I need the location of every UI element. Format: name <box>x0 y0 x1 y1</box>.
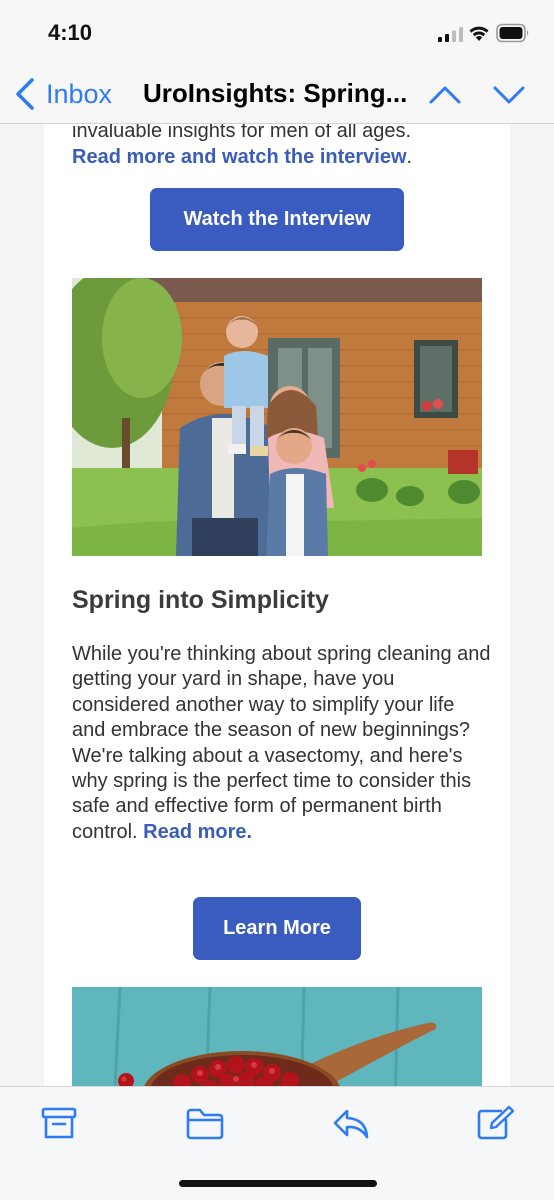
next-message-button[interactable] <box>492 80 526 108</box>
intro-paragraph: invaluable insights for men of all ages.… <box>72 124 492 170</box>
email-card: invaluable insights for men of all ages.… <box>44 124 510 1086</box>
folder-icon[interactable] <box>186 1105 224 1141</box>
read-more-link[interactable]: Read more. <box>143 821 252 843</box>
cellular-signal-icon <box>438 27 463 42</box>
reply-icon[interactable] <box>332 1105 370 1141</box>
compose-icon[interactable] <box>476 1105 514 1141</box>
family-photo[interactable] <box>72 278 482 556</box>
status-time: 4:10 <box>48 20 93 45</box>
learn-more-button[interactable]: Learn More <box>193 897 361 960</box>
cranberry-photo[interactable] <box>72 987 482 1086</box>
back-button[interactable]: Inbox <box>14 74 112 114</box>
back-label: Inbox <box>46 78 113 109</box>
read-more-interview-link[interactable]: Read more and watch the interview <box>72 146 407 168</box>
chevron-left-icon <box>16 78 34 110</box>
status-bar: 4:10 <box>0 0 554 64</box>
home-indicator[interactable] <box>179 1180 377 1187</box>
section-paragraph: While you're thinking about spring clean… <box>72 642 492 845</box>
intro-text-partial: invaluable insights for men of all ages. <box>72 124 412 142</box>
nav-bar: Inbox UroInsights: Spring... <box>0 64 554 124</box>
email-body[interactable]: invaluable insights for men of all ages.… <box>0 124 554 1086</box>
section-body-text: While you're thinking about spring clean… <box>72 643 491 843</box>
battery-icon <box>496 23 529 43</box>
archive-icon[interactable] <box>40 1105 78 1141</box>
previous-message-button[interactable] <box>428 80 462 108</box>
email-subject-title: UroInsights: Spring... <box>143 78 408 108</box>
section-heading: Spring into Simplicity <box>72 586 329 614</box>
watch-interview-button[interactable]: Watch the Interview <box>150 188 404 251</box>
wifi-icon <box>469 26 489 41</box>
intro-link-period: . <box>406 146 413 168</box>
